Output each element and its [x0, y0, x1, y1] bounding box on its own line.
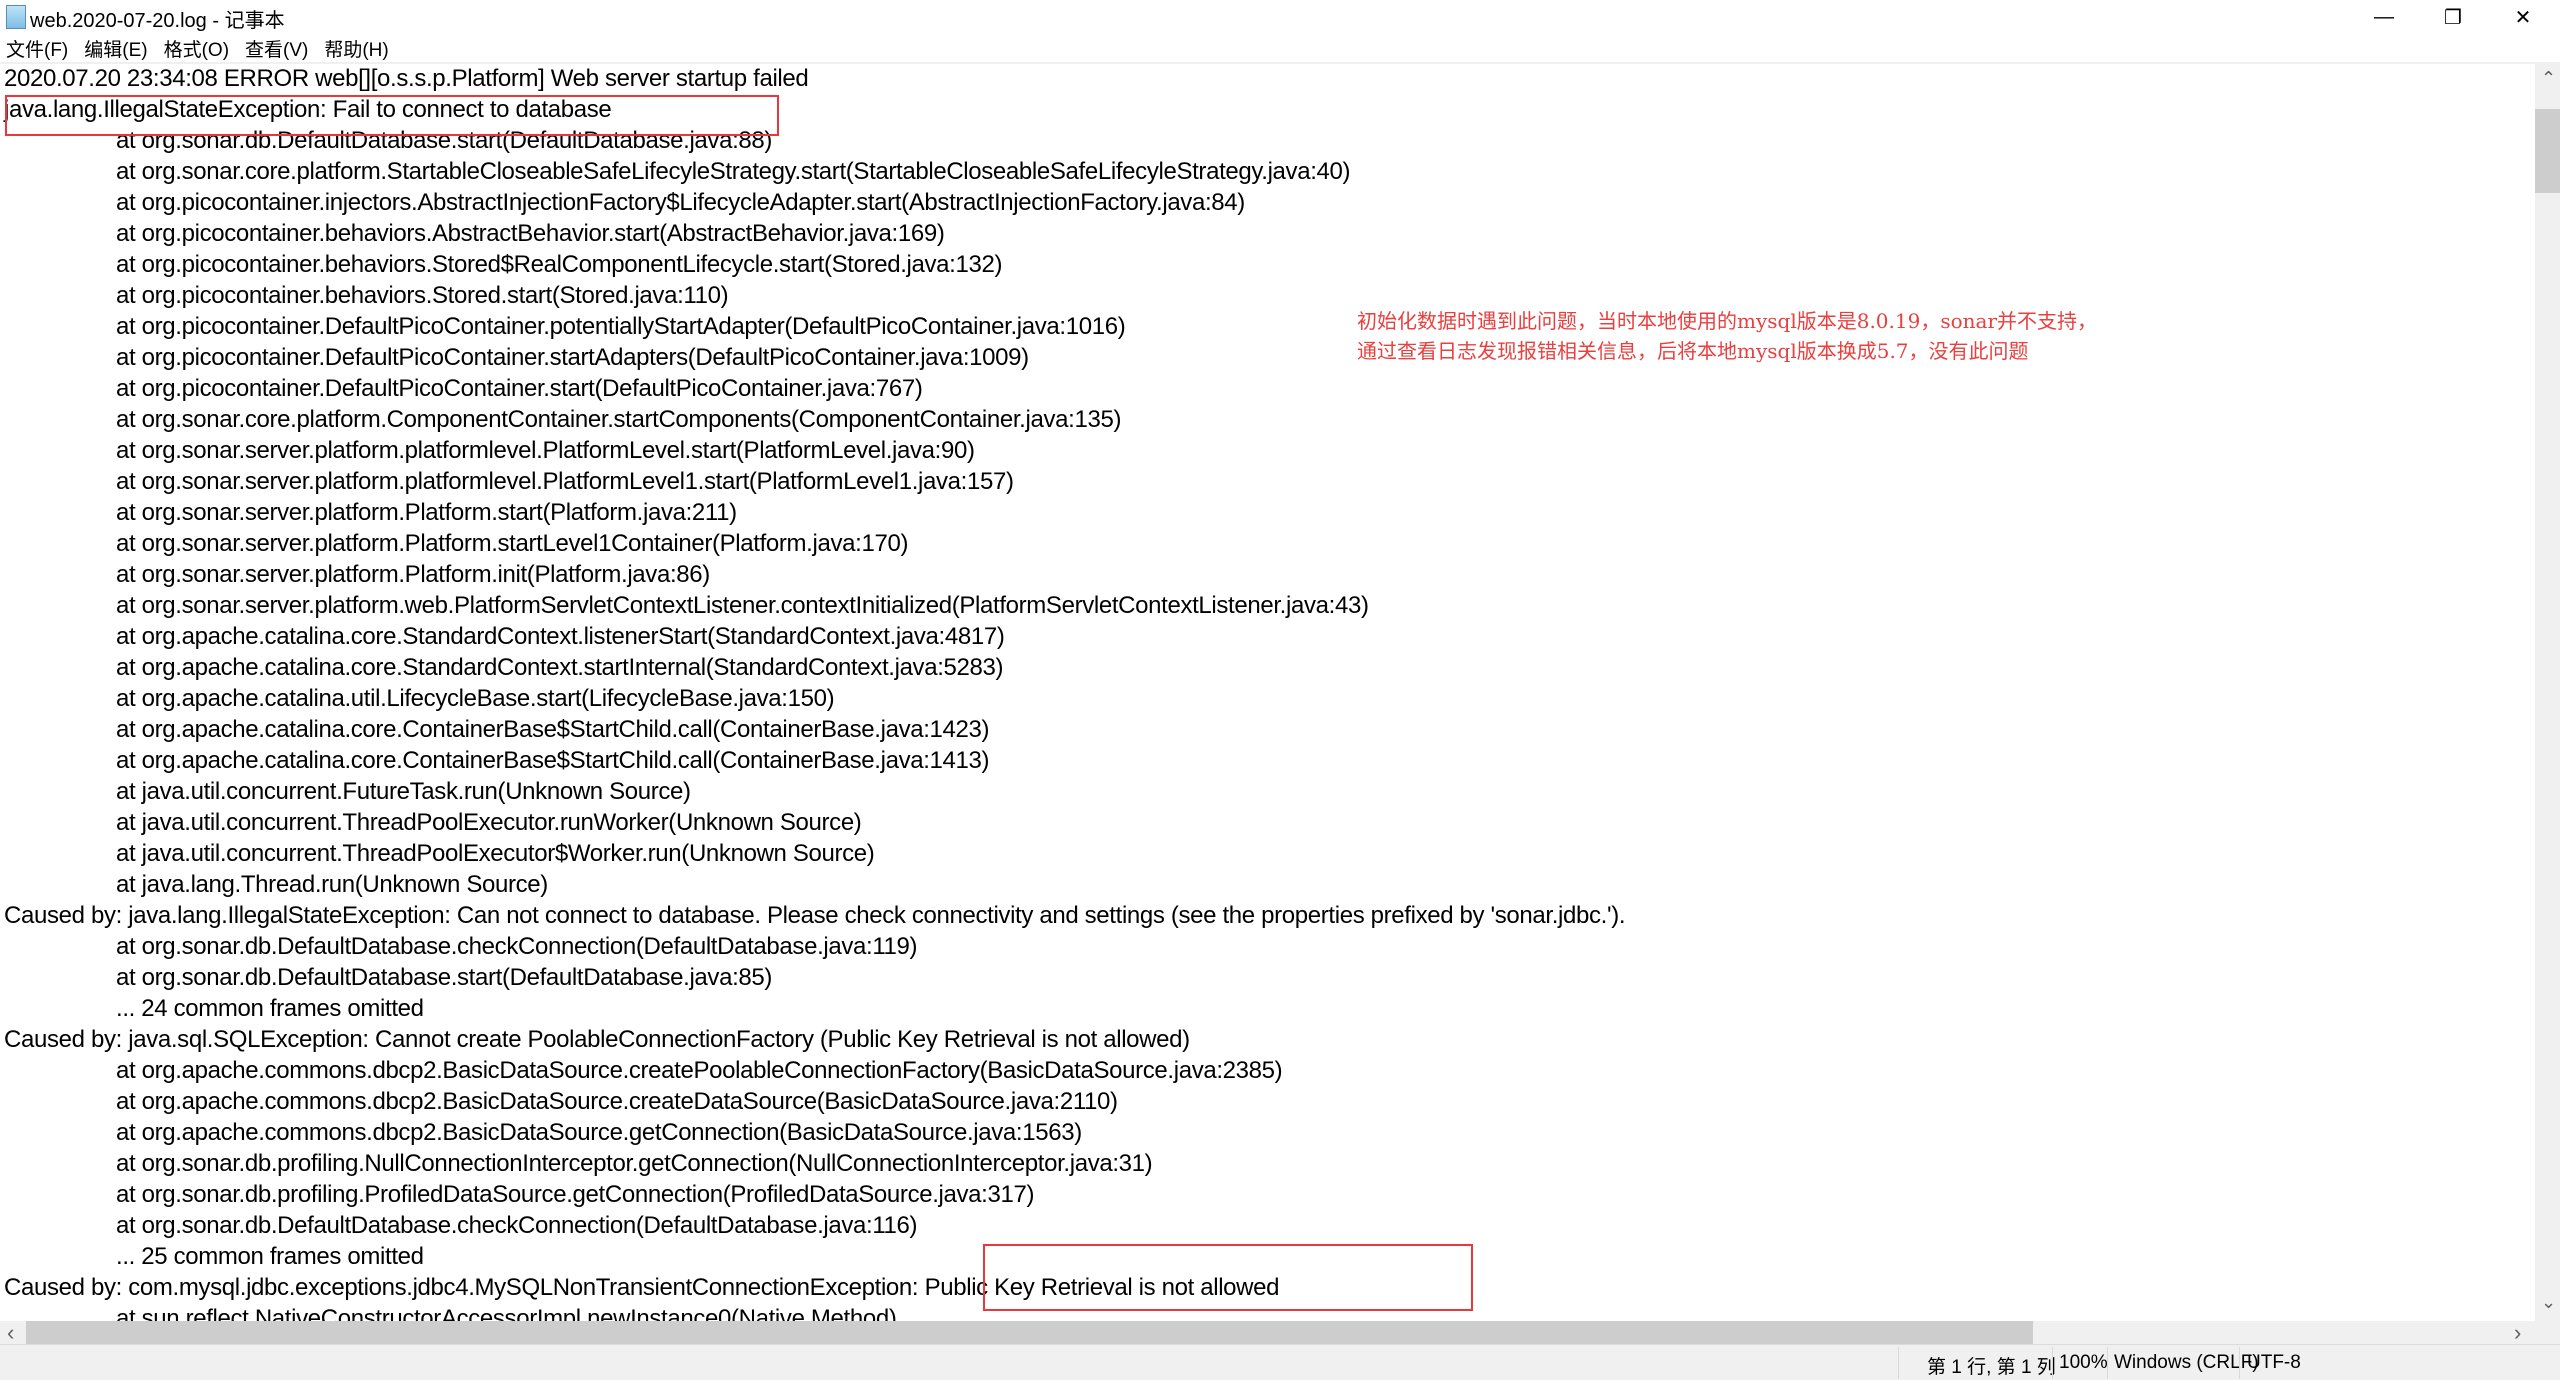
status-divider [2107, 1347, 2108, 1379]
log-line: at org.apache.commons.dbcp2.BasicDataSou… [116, 1057, 1283, 1084]
log-line: at java.lang.Thread.run(Unknown Source) [116, 871, 548, 898]
log-line: at org.picocontainer.DefaultPicoContaine… [116, 375, 923, 402]
highlight-box [983, 1244, 1473, 1311]
title-bar: web.2020-07-20.log - 记事本 — ❐ ✕ [0, 0, 2560, 34]
log-line: at sun.reflect.NativeConstructorAccessor… [116, 1305, 897, 1321]
line-ending: Windows (CRLF) [2114, 1352, 2259, 1373]
log-line: at org.sonar.server.platform.Platform.st… [116, 530, 909, 557]
log-line: at org.apache.catalina.util.LifecycleBas… [116, 685, 835, 712]
log-line: at org.sonar.db.profiling.ProfiledDataSo… [116, 1181, 1035, 1208]
vertical-scrollbar[interactable]: ⌃ ⌄ [2535, 64, 2560, 1321]
log-line: at java.util.concurrent.FutureTask.run(U… [116, 778, 691, 805]
log-line: at org.picocontainer.injectors.AbstractI… [116, 189, 1245, 216]
annotation-line: 初始化数据时遇到此问题，当时本地使用的mysql版本是8.0.19，sonar并… [1357, 309, 2098, 333]
log-line: at org.sonar.server.platform.Platform.st… [116, 499, 737, 526]
encoding: UTF-8 [2247, 1352, 2301, 1373]
cursor-position: 第 1 行, 第 1 列 [1927, 1357, 2056, 1378]
log-line: at java.util.concurrent.ThreadPoolExecut… [116, 809, 862, 836]
notepad-icon [6, 5, 26, 29]
status-divider [1898, 1347, 1899, 1379]
menu-format[interactable]: 格式(O) [164, 35, 229, 62]
status-divider [2239, 1347, 2240, 1379]
menu-help[interactable]: 帮助(H) [324, 35, 388, 62]
log-line: at org.apache.commons.dbcp2.BasicDataSou… [116, 1088, 1118, 1115]
menu-file[interactable]: 文件(F) [6, 35, 68, 62]
log-line: at org.picocontainer.behaviors.AbstractB… [116, 220, 945, 247]
text-editor[interactable]: 2020.07.20 23:34:08 ERROR web[][o.s.s.p.… [0, 64, 2535, 1321]
log-line: at org.apache.catalina.core.StandardCont… [116, 623, 1005, 650]
scroll-up-icon[interactable]: ⌃ [2541, 68, 2556, 89]
log-line: at org.sonar.db.DefaultDatabase.checkCon… [116, 1212, 918, 1239]
menu-view[interactable]: 查看(V) [245, 35, 308, 62]
vertical-scroll-thumb[interactable] [2535, 109, 2560, 193]
log-line: at org.sonar.server.platform.platformlev… [116, 468, 1014, 495]
zoom-level: 100% [2059, 1352, 2108, 1373]
log-line: at org.sonar.server.platform.Platform.in… [116, 561, 710, 588]
log-line: ... 24 common frames omitted [116, 995, 424, 1022]
scroll-down-icon[interactable]: ⌄ [2541, 1292, 2556, 1313]
log-line: Caused by: java.sql.SQLException: Cannot… [4, 1026, 1190, 1053]
minimize-button[interactable]: — [2349, 0, 2419, 34]
log-line: at org.apache.commons.dbcp2.BasicDataSou… [116, 1119, 1082, 1146]
annotation-line: 通过查看日志发现报错相关信息，后将本地mysql版本换成5.7，没有此问题 [1357, 339, 2029, 363]
log-line: at org.apache.catalina.core.ContainerBas… [116, 716, 990, 743]
log-line: Caused by: java.lang.IllegalStateExcepti… [4, 902, 1626, 929]
restore-button[interactable]: ❐ [2418, 0, 2488, 34]
log-line: at java.util.concurrent.ThreadPoolExecut… [116, 840, 875, 867]
scroll-right-icon[interactable]: › [2514, 1320, 2521, 1346]
log-line: at org.picocontainer.DefaultPicoContaine… [116, 344, 1029, 371]
status-divider [2052, 1347, 2053, 1379]
horizontal-scrollbar[interactable]: ‹ › [0, 1320, 2535, 1346]
log-line: at org.sonar.db.DefaultDatabase.start(De… [116, 964, 773, 991]
log-line: at org.sonar.core.platform.StartableClos… [116, 158, 1351, 185]
log-line: ... 25 common frames omitted [116, 1243, 424, 1270]
highlight-box [5, 95, 779, 136]
log-line: at org.sonar.server.platform.web.Platfor… [116, 592, 1369, 619]
status-bar: 第 1 行, 第 1 列 100% Windows (CRLF) UTF-8 [0, 1344, 2560, 1380]
log-line: at org.sonar.db.profiling.NullConnection… [116, 1150, 1153, 1177]
log-line: at org.apache.catalina.core.ContainerBas… [116, 747, 990, 774]
log-line: at org.apache.catalina.core.StandardCont… [116, 654, 1004, 681]
scroll-corner [2535, 1321, 2560, 1344]
log-line: at org.picocontainer.behaviors.Stored$Re… [116, 251, 1003, 278]
log-line: at org.picocontainer.behaviors.Stored.st… [116, 282, 729, 309]
window-title: web.2020-07-20.log - 记事本 [30, 10, 285, 32]
scroll-left-icon[interactable]: ‹ [7, 1320, 14, 1346]
log-line: at org.sonar.db.DefaultDatabase.checkCon… [116, 933, 918, 960]
menu-edit[interactable]: 编辑(E) [84, 35, 147, 62]
log-line: at org.sonar.server.platform.platformlev… [116, 437, 975, 464]
log-line: at org.sonar.core.platform.ComponentCont… [116, 406, 1122, 433]
log-line: 2020.07.20 23:34:08 ERROR web[][o.s.s.p.… [4, 65, 809, 92]
horizontal-scroll-thumb[interactable] [26, 1321, 2033, 1344]
menu-bar: 文件(F) 编辑(E) 格式(O) 查看(V) 帮助(H) [0, 34, 2560, 62]
close-button[interactable]: ✕ [2488, 0, 2558, 34]
log-line: at org.picocontainer.DefaultPicoContaine… [116, 313, 1126, 340]
